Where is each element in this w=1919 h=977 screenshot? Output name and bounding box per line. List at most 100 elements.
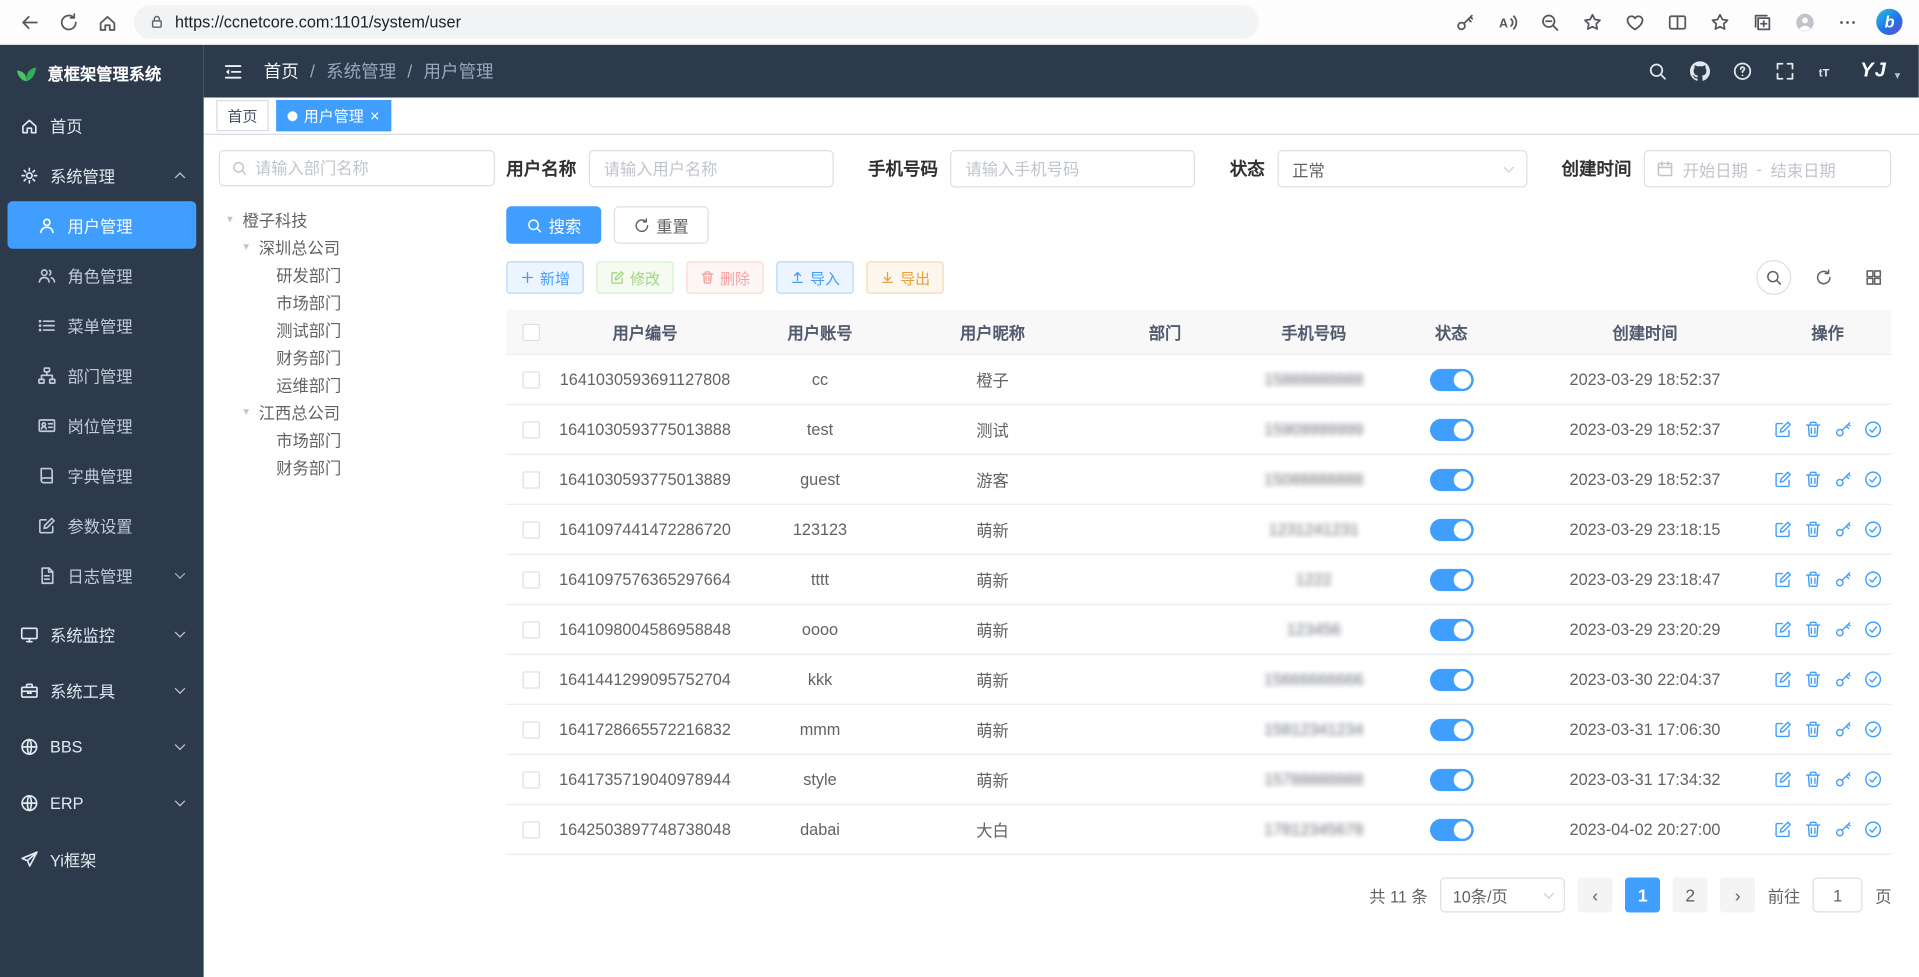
split-screen-icon[interactable]: [1658, 4, 1697, 39]
sidebar-item-roles[interactable]: 角色管理: [0, 250, 204, 300]
tree-node[interactable]: 运维部门: [219, 370, 495, 398]
tab-home[interactable]: 首页: [216, 100, 269, 131]
address-bar[interactable]: https://ccnetcore.com:1101/system/user: [134, 5, 1259, 39]
help-icon[interactable]: [1733, 61, 1753, 81]
user-logo[interactable]: YJ: [1860, 60, 1887, 83]
more-icon[interactable]: [1828, 4, 1867, 39]
edit-icon[interactable]: [1773, 720, 1792, 739]
tree-node[interactable]: 市场部门: [219, 425, 495, 453]
status-toggle[interactable]: [1429, 368, 1473, 391]
assign-role-icon[interactable]: [1863, 520, 1882, 539]
department-search-input[interactable]: [255, 159, 483, 178]
favorites-bar-icon[interactable]: [1700, 4, 1739, 39]
sidebar-item-erp[interactable]: ERP: [0, 775, 204, 831]
close-icon[interactable]: ×: [370, 108, 379, 124]
status-toggle[interactable]: [1429, 518, 1473, 541]
row-checkbox[interactable]: [523, 471, 541, 489]
page-2-button[interactable]: 2: [1673, 878, 1708, 913]
reset-password-icon[interactable]: [1833, 770, 1852, 789]
row-checkbox[interactable]: [523, 721, 541, 739]
phone-input[interactable]: [950, 150, 1195, 188]
delete-icon[interactable]: [1803, 820, 1822, 839]
reset-password-icon[interactable]: [1833, 720, 1852, 739]
page-size-select[interactable]: 10条/页: [1440, 878, 1565, 913]
status-toggle[interactable]: [1429, 568, 1473, 591]
row-checkbox[interactable]: [523, 371, 541, 389]
assign-role-icon[interactable]: [1863, 770, 1882, 789]
row-checkbox[interactable]: [523, 771, 541, 789]
delete-icon[interactable]: [1803, 420, 1822, 439]
import-button[interactable]: 导入: [776, 261, 854, 294]
tree-node[interactable]: ▾橙子科技: [219, 205, 495, 233]
columns-grid-icon[interactable]: [1856, 260, 1891, 295]
collections-icon[interactable]: [1743, 4, 1782, 39]
sidebar-item-parameters[interactable]: 参数设置: [0, 500, 204, 550]
sidebar-item-home[interactable]: 首页: [0, 100, 204, 150]
tree-node[interactable]: 市场部门: [219, 288, 495, 316]
tab-user-management[interactable]: 用户管理 ×: [276, 100, 391, 131]
reset-password-icon[interactable]: [1833, 620, 1852, 639]
sidebar-item-tools[interactable]: 系统工具: [0, 663, 204, 719]
caret-down-icon[interactable]: ▾: [240, 404, 253, 418]
next-page-button[interactable]: ›: [1720, 878, 1755, 913]
search-icon[interactable]: [1648, 61, 1668, 81]
status-toggle[interactable]: [1429, 468, 1473, 491]
date-range-picker[interactable]: 开始日期 - 结束日期: [1644, 150, 1892, 188]
caret-down-icon[interactable]: ▾: [240, 239, 253, 253]
show-search-icon[interactable]: [1756, 260, 1791, 295]
delete-icon[interactable]: [1803, 570, 1822, 589]
assign-role-icon[interactable]: [1863, 720, 1882, 739]
github-icon[interactable]: [1690, 61, 1710, 81]
page-1-button[interactable]: 1: [1625, 878, 1660, 913]
status-toggle[interactable]: [1429, 668, 1473, 691]
sidebar-item-dictionary[interactable]: 字典管理: [0, 450, 204, 500]
bing-icon[interactable]: b: [1870, 4, 1909, 39]
breadcrumb-system[interactable]: 系统管理: [326, 59, 396, 84]
delete-icon[interactable]: [1803, 670, 1822, 689]
browser-essentials-icon[interactable]: [1615, 4, 1654, 39]
sidebar-item-system[interactable]: 系统管理: [0, 150, 204, 200]
back-icon[interactable]: [10, 4, 49, 39]
status-select[interactable]: 正常: [1277, 150, 1527, 188]
export-button[interactable]: 导出: [866, 261, 944, 294]
edit-icon[interactable]: [1773, 420, 1792, 439]
delete-icon[interactable]: [1803, 620, 1822, 639]
assign-role-icon[interactable]: [1863, 570, 1882, 589]
status-toggle[interactable]: [1429, 768, 1473, 791]
row-checkbox[interactable]: [523, 671, 541, 689]
tree-node[interactable]: 财务部门: [219, 453, 495, 481]
collapse-sidebar-icon[interactable]: [223, 61, 244, 82]
delete-icon[interactable]: [1803, 720, 1822, 739]
sidebar-item-users[interactable]: 用户管理: [8, 201, 197, 249]
reset-password-icon[interactable]: [1833, 570, 1852, 589]
username-input[interactable]: [589, 150, 834, 188]
reset-password-icon[interactable]: [1833, 670, 1852, 689]
profile-avatar[interactable]: [1785, 4, 1824, 39]
key-icon[interactable]: [1445, 4, 1484, 39]
row-checkbox[interactable]: [523, 571, 541, 589]
reset-button[interactable]: 重置: [614, 206, 709, 244]
edit-icon[interactable]: [1773, 570, 1792, 589]
edit-icon[interactable]: [1773, 670, 1792, 689]
favorites-add-icon[interactable]: [1573, 4, 1612, 39]
goto-page-input[interactable]: [1813, 878, 1863, 913]
assign-role-icon[interactable]: [1863, 620, 1882, 639]
sidebar-item-logs[interactable]: 日志管理: [0, 550, 204, 600]
assign-role-icon[interactable]: [1863, 420, 1882, 439]
row-checkbox[interactable]: [523, 421, 541, 439]
edit-icon[interactable]: [1773, 820, 1792, 839]
delete-icon[interactable]: [1803, 770, 1822, 789]
sidebar-item-yi-framework[interactable]: Yi框架: [0, 831, 204, 887]
search-button[interactable]: 搜索: [506, 206, 601, 244]
row-checkbox[interactable]: [523, 821, 541, 839]
tree-node[interactable]: ▾深圳总公司: [219, 233, 495, 261]
edit-icon[interactable]: [1773, 620, 1792, 639]
delete-icon[interactable]: [1803, 520, 1822, 539]
home-icon[interactable]: [88, 4, 127, 39]
zoom-out-icon[interactable]: [1530, 4, 1569, 39]
reset-password-icon[interactable]: [1833, 520, 1852, 539]
tree-node[interactable]: 测试部门: [219, 315, 495, 343]
reset-password-icon[interactable]: [1833, 420, 1852, 439]
assign-role-icon[interactable]: [1863, 670, 1882, 689]
read-aloud-icon[interactable]: [1488, 4, 1527, 39]
